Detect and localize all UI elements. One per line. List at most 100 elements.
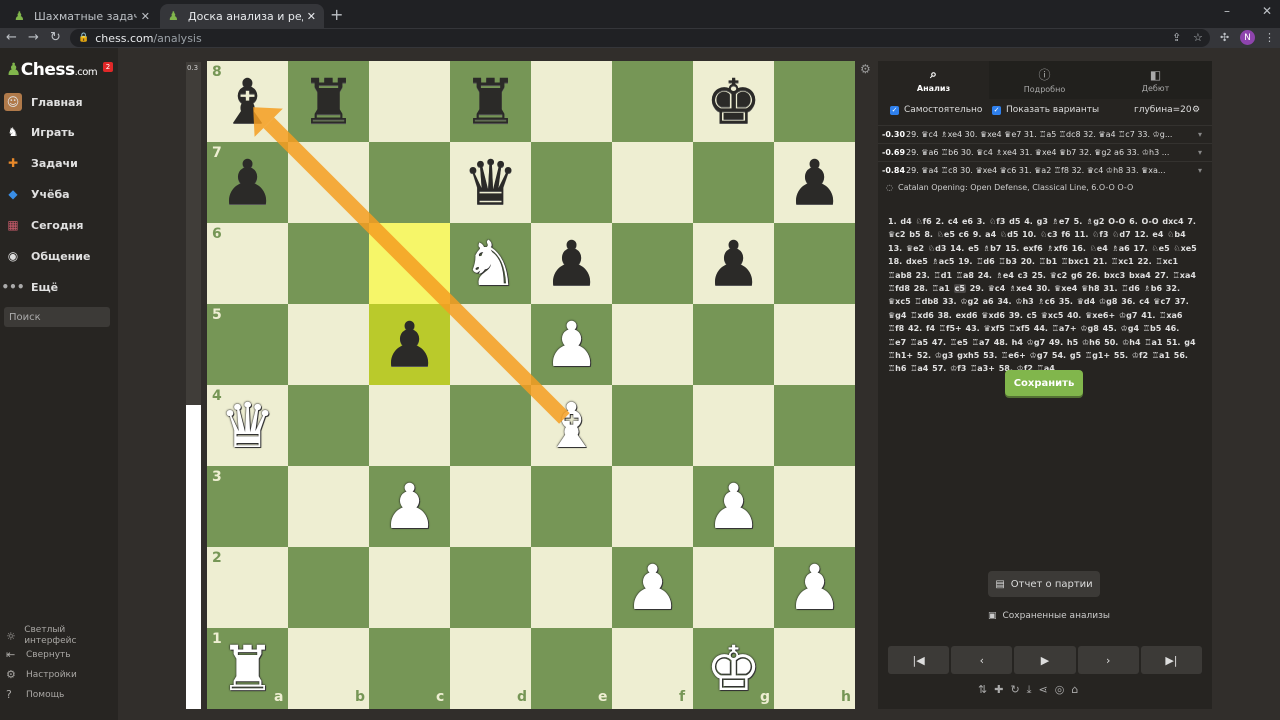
- play-icon: ▶: [1040, 653, 1050, 667]
- chevron-right-icon: ›: [1106, 653, 1111, 667]
- sidebar-item-more[interactable]: ••• Ещё: [1, 275, 114, 299]
- chevron-down-icon[interactable]: ▾: [1198, 130, 1212, 139]
- menu-dots-icon[interactable]: ⋮: [1264, 31, 1275, 44]
- option-self-analysis[interactable]: ✓ Самостоятельно: [890, 105, 982, 115]
- current-move[interactable]: c5: [953, 284, 966, 294]
- library-icon[interactable]: ⌂: [1071, 683, 1078, 697]
- chess-pawn-icon: ♟: [14, 9, 25, 23]
- chevron-left-icon: ‹: [979, 653, 984, 667]
- opening-name: ◌ Catalan Opening: Open Defense, Classic…: [886, 183, 1134, 192]
- tab-title: Шахматные задачи - соверше: [34, 9, 137, 23]
- checkbox-checked-icon[interactable]: ✓: [890, 105, 899, 115]
- url-host: chess.com: [95, 31, 154, 45]
- engine-line[interactable]: -0.30 29. ♛c4 ♗xe4 30. ♛xe4 ♛e7 31. ♖a5 …: [878, 125, 1212, 142]
- first-move-button[interactable]: |◀: [888, 646, 950, 674]
- engine-line[interactable]: -0.84 29. ♛a4 ♖c8 30. ♛xe4 ♛c6 31. ♛a2 ♖…: [878, 161, 1212, 178]
- chess-board[interactable]: 8 7 6 5 4 3 2 1 a b c d e f g h ♝ ♜ ♜ ♚ ♟ ♛ ♟ ♞ ♟ ♟ ♟ ♟ ♛ ♝ ♟ ♟ ♟ ♟ ♜ ♚: [207, 61, 855, 709]
- close-window-icon[interactable]: ✕: [1262, 4, 1272, 18]
- add-icon[interactable]: ✚: [994, 683, 1003, 697]
- last-move-button[interactable]: ▶|: [1140, 646, 1203, 674]
- info-icon: ⓘ: [1038, 68, 1051, 82]
- next-move-button[interactable]: ›: [1077, 646, 1139, 674]
- sidebar-item-home[interactable]: ☺ Главная: [4, 90, 114, 114]
- puzzle-icon: ✚: [7, 156, 19, 170]
- tab-details[interactable]: ⓘ Подробно: [989, 61, 1100, 99]
- folder-icon: ▣: [988, 611, 997, 621]
- saved-analyses-link[interactable]: ▣ Сохраненные анализы: [988, 611, 1110, 621]
- forward-arrow-icon[interactable]: →: [28, 30, 39, 45]
- address-toolbar: ← → ↻ 🔒 chess.com/analysis ⇪ ☆ ✣ ⋮: [0, 28, 1280, 48]
- notification-badge[interactable]: 2: [103, 62, 113, 72]
- prev-move-button[interactable]: ‹: [951, 646, 1013, 674]
- tab-analysis[interactable]: ⌕ Анализ: [878, 61, 989, 99]
- board-settings-gear-icon[interactable]: ⚙: [860, 62, 871, 76]
- settings-circle-icon[interactable]: ◎: [1055, 683, 1065, 697]
- gear-icon: ⚙: [6, 668, 16, 681]
- browser-tab[interactable]: ♟ Шахматные задачи - соверше ✕: [6, 4, 158, 28]
- more-dots-icon: •••: [1, 280, 25, 294]
- analysis-panel: ⌕ Анализ ⓘ Подробно ◧ Дебют ✓ Самостояте…: [878, 61, 1212, 709]
- engine-line[interactable]: -0.69 29. ♛a6 ♖b6 30. ♛c4 ♗xe4 31. ♛xe4 …: [878, 143, 1212, 160]
- play-button[interactable]: ▶: [1014, 646, 1076, 674]
- browser-tab-active[interactable]: ♟ Доска анализа и редактор PG ✕: [160, 4, 324, 28]
- magnifier-icon: ⌕: [930, 67, 937, 81]
- game-report-button[interactable]: ▤ Отчет о партии: [988, 571, 1100, 597]
- evaluation-score: 0.3: [187, 64, 199, 72]
- extensions-puzzle-icon[interactable]: ✣: [1220, 31, 1229, 44]
- url-path: /analysis: [153, 31, 202, 45]
- share-icon[interactable]: ⋖: [1039, 683, 1048, 697]
- chess-pawn-icon: ♟: [168, 9, 179, 23]
- address-bar[interactable]: 🔒 chess.com/analysis: [70, 29, 1210, 47]
- engine-depth: глубина=20: [1134, 105, 1192, 115]
- play-pieces-icon: ♞: [7, 125, 19, 139]
- collapse-icon: ⇤: [6, 648, 16, 661]
- chat-bubbles-icon: ◉: [7, 249, 19, 263]
- bookmark-star-icon[interactable]: ☆: [1193, 31, 1203, 44]
- arrow-shaft: [263, 117, 570, 424]
- share-icon[interactable]: ⇪: [1172, 31, 1181, 44]
- flip-board-icon[interactable]: ⇅: [978, 683, 987, 697]
- minimize-icon[interactable]: –: [1224, 4, 1230, 18]
- download-icon[interactable]: ⤓: [1027, 683, 1032, 697]
- skip-back-icon: |◀: [912, 653, 925, 667]
- book-icon: ◧: [1149, 67, 1162, 82]
- browser-tabbar: ♟ Шахматные задачи - соверше ✕ ♟ Доска а…: [0, 0, 1280, 28]
- avatar: ☺: [4, 93, 22, 111]
- settings-link[interactable]: ⚙ Настройки: [6, 668, 77, 681]
- back-arrow-icon[interactable]: ←: [6, 30, 17, 45]
- calendar-icon: ▦: [7, 218, 19, 232]
- collapse-button[interactable]: ⇤ Свернуть: [6, 648, 71, 661]
- evaluation-white-fill: [186, 404, 201, 709]
- chevron-down-icon[interactable]: ▾: [1198, 166, 1212, 175]
- reset-icon[interactable]: ↻: [1010, 683, 1019, 697]
- tab-opening[interactable]: ◧ Дебют: [1100, 61, 1211, 99]
- light-mode-toggle[interactable]: ☼ Светлый интерфейс: [6, 625, 106, 647]
- sidebar-item-puzzles[interactable]: ✚ Задачи: [4, 151, 114, 175]
- board-tools: ⇅ ✚ ↻ ⤓ ⋖ ◎ ⌂: [978, 683, 1078, 697]
- profile-avatar[interactable]: N: [1240, 30, 1255, 45]
- close-icon[interactable]: ✕: [141, 10, 150, 23]
- sidebar-item-social[interactable]: ◉ Общение: [4, 244, 114, 268]
- tab-title: Доска анализа и редактор PG: [188, 9, 303, 23]
- sidebar-item-play[interactable]: ♞ Играть: [4, 120, 114, 144]
- reload-icon[interactable]: ↻: [50, 30, 61, 45]
- search-input[interactable]: [4, 307, 110, 327]
- help-icon: ?: [6, 688, 12, 701]
- engine-settings-gear-icon[interactable]: ⚙: [1192, 105, 1200, 115]
- close-icon[interactable]: ✕: [307, 10, 316, 23]
- sidebar-item-learn[interactable]: ◆ Учёба: [4, 182, 114, 206]
- move-navigation: |◀ ‹ ▶ › ▶|: [888, 646, 1203, 674]
- evaluation-bar: [186, 62, 201, 709]
- sun-icon: ☼: [6, 629, 16, 643]
- lock-icon: 🔒: [78, 33, 90, 43]
- help-link[interactable]: ? Помощь: [6, 688, 64, 701]
- new-tab-plus-icon[interactable]: +: [330, 5, 343, 24]
- chevron-down-icon[interactable]: ▾: [1198, 148, 1212, 157]
- save-button[interactable]: Сохранить: [1005, 370, 1083, 396]
- chess-pawn-icon: ♟: [6, 60, 21, 80]
- checkbox-checked-icon[interactable]: ✓: [992, 105, 1001, 115]
- chess-logo[interactable]: ♟Chess.com: [6, 60, 98, 80]
- sidebar-item-today[interactable]: ▦ Сегодня: [4, 213, 114, 237]
- move-list[interactable]: 1. d4 ♘f6 2. c4 e6 3. ♘f3 d5 4. g3 ♗e7 5…: [888, 215, 1200, 376]
- option-show-variants[interactable]: ✓ Показать варианты: [992, 105, 1099, 115]
